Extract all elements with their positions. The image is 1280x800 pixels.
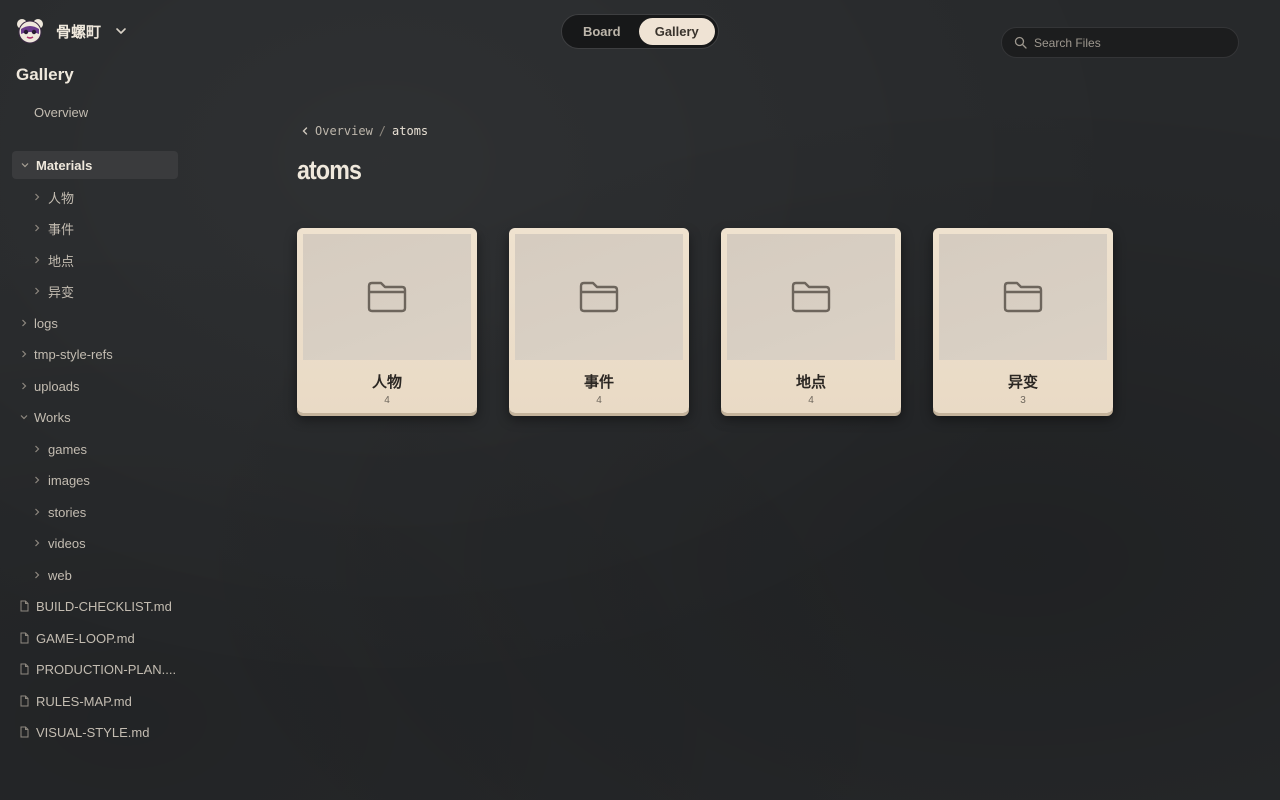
sidebar-item-tmp-style-refs[interactable]: tmp-style-refs: [19, 340, 113, 368]
sidebar-item-label: Works: [34, 409, 71, 425]
card-title: 异变: [1007, 373, 1038, 391]
card-count: 3: [1020, 395, 1026, 406]
breadcrumb-current: atoms: [392, 124, 429, 138]
sidebar-item-label: BUILD-CHECKLIST.md: [36, 598, 172, 614]
chevron-right-icon: [22, 350, 27, 358]
breadcrumb: Overview / atoms: [300, 123, 428, 139]
sidebar-item-label: games: [48, 441, 88, 457]
sidebar-item-shijian[interactable]: 事件: [32, 214, 74, 242]
search-icon: [1014, 36, 1027, 49]
chevron-right-icon: [22, 382, 27, 390]
folder-icon: [367, 281, 407, 313]
folder-card-didian[interactable]: 地点 4: [721, 228, 901, 413]
sidebar-item-stories[interactable]: stories: [32, 498, 86, 526]
sidebar-file-visual-style[interactable]: VISUAL-STYLE.md: [19, 718, 179, 746]
file-icon: [20, 726, 29, 738]
sidebar-item-renwu[interactable]: 人物: [32, 183, 74, 211]
sidebar-item-label: 事件: [48, 221, 75, 237]
chevron-right-icon: [22, 319, 27, 327]
sidebar-item-label: logs: [34, 315, 58, 331]
sidebar-item-label: GAME-LOOP.md: [36, 630, 135, 646]
sidebar-item-label: PRODUCTION-PLAN....: [36, 661, 177, 677]
card-thumbnail: [939, 234, 1107, 360]
folder-card-renwu[interactable]: 人物 4: [297, 228, 477, 413]
folder-icon: [579, 281, 619, 313]
card-title: 人物: [371, 373, 402, 391]
sidebar-item-uploads[interactable]: uploads: [19, 372, 80, 400]
chevron-right-icon: [35, 539, 40, 547]
sidebar-file-production-plan[interactable]: PRODUCTION-PLAN....: [19, 655, 179, 683]
card-thumbnail: [727, 234, 895, 360]
sidebar-item-label: web: [48, 567, 72, 583]
page-title: atoms: [297, 155, 362, 185]
sidebar-item-web[interactable]: web: [32, 561, 72, 589]
gallery-view-button[interactable]: Gallery: [638, 18, 715, 45]
chevron-down-icon[interactable]: [115, 25, 127, 37]
file-icon: [20, 695, 29, 707]
masked-face-logo: [17, 19, 43, 44]
chevron-right-icon: [35, 287, 40, 295]
sidebar-item-label: Materials: [36, 157, 93, 173]
chevron-right-icon: [35, 193, 40, 201]
card-count: 4: [808, 395, 814, 406]
sidebar-item-didian[interactable]: 地点: [32, 246, 74, 274]
sidebar-item-logs[interactable]: logs: [19, 309, 58, 337]
sidebar-item-label: uploads: [34, 378, 80, 394]
card-title: 地点: [795, 373, 826, 391]
sidebar-item-games[interactable]: games: [32, 435, 87, 463]
sidebar-title: Gallery: [16, 65, 74, 84]
chevron-down-icon: [20, 415, 28, 420]
sidebar-item-yibian[interactable]: 异变: [32, 277, 74, 305]
card-thumbnail: [515, 234, 683, 360]
folder-card-yibian[interactable]: 异变 3: [933, 228, 1113, 413]
sidebar-item-label: 地点: [48, 253, 75, 269]
file-icon: [20, 600, 29, 612]
folder-icon: [791, 281, 831, 313]
file-icon: [20, 632, 29, 644]
sidebar-file-rules-map[interactable]: RULES-MAP.md: [19, 687, 179, 715]
board-view-button[interactable]: Board: [565, 18, 639, 45]
view-toggle: Board Gallery: [561, 14, 719, 49]
card-thumbnail: [303, 234, 471, 360]
breadcrumb-overview-link[interactable]: Overview: [315, 124, 373, 138]
search-box[interactable]: [1001, 27, 1239, 58]
sidebar-item-label: images: [48, 472, 90, 488]
chevron-right-icon: [35, 571, 40, 579]
chevron-right-icon: [35, 256, 40, 264]
chevron-right-icon: [35, 445, 40, 453]
sidebar-item-label: VISUAL-STYLE.md: [36, 724, 150, 740]
chevron-down-icon: [21, 163, 29, 168]
workspace-switcher[interactable]: 骨螺町: [16, 17, 127, 45]
sidebar-item-label: Overview: [34, 104, 89, 120]
folder-icon: [1003, 281, 1043, 313]
chevron-left-icon[interactable]: [300, 126, 310, 136]
workspace-name: 骨螺町: [56, 22, 102, 41]
card-count: 4: [384, 395, 390, 406]
sidebar-item-label: 异变: [48, 284, 75, 300]
chevron-right-icon: [35, 476, 40, 484]
chevron-right-icon: [35, 508, 40, 516]
sidebar-item-label: stories: [48, 504, 87, 520]
sidebar-item-works[interactable]: Works: [19, 403, 71, 431]
search-input[interactable]: [1034, 35, 1224, 50]
breadcrumb-separator: /: [378, 124, 387, 138]
file-icon: [20, 663, 29, 675]
sidebar-item-label: RULES-MAP.md: [36, 693, 132, 709]
sidebar: 骨螺町 Gallery Overview Materials 人物 事件 地点 …: [0, 0, 190, 800]
sidebar-item-label: 人物: [48, 190, 75, 206]
sidebar-file-game-loop[interactable]: GAME-LOOP.md: [19, 624, 179, 652]
card-count: 4: [596, 395, 602, 406]
sidebar-item-label: tmp-style-refs: [34, 346, 113, 362]
card-title: 事件: [583, 373, 614, 391]
folder-card-shijian[interactable]: 事件 4: [509, 228, 689, 413]
sidebar-item-images[interactable]: images: [32, 466, 90, 494]
sidebar-item-videos[interactable]: videos: [32, 529, 86, 557]
sidebar-item-overview[interactable]: Overview: [34, 98, 88, 126]
chevron-right-icon: [35, 224, 40, 232]
sidebar-item-materials[interactable]: Materials: [12, 151, 178, 179]
sidebar-file-build-checklist[interactable]: BUILD-CHECKLIST.md: [19, 592, 179, 620]
sidebar-item-label: videos: [48, 535, 86, 551]
